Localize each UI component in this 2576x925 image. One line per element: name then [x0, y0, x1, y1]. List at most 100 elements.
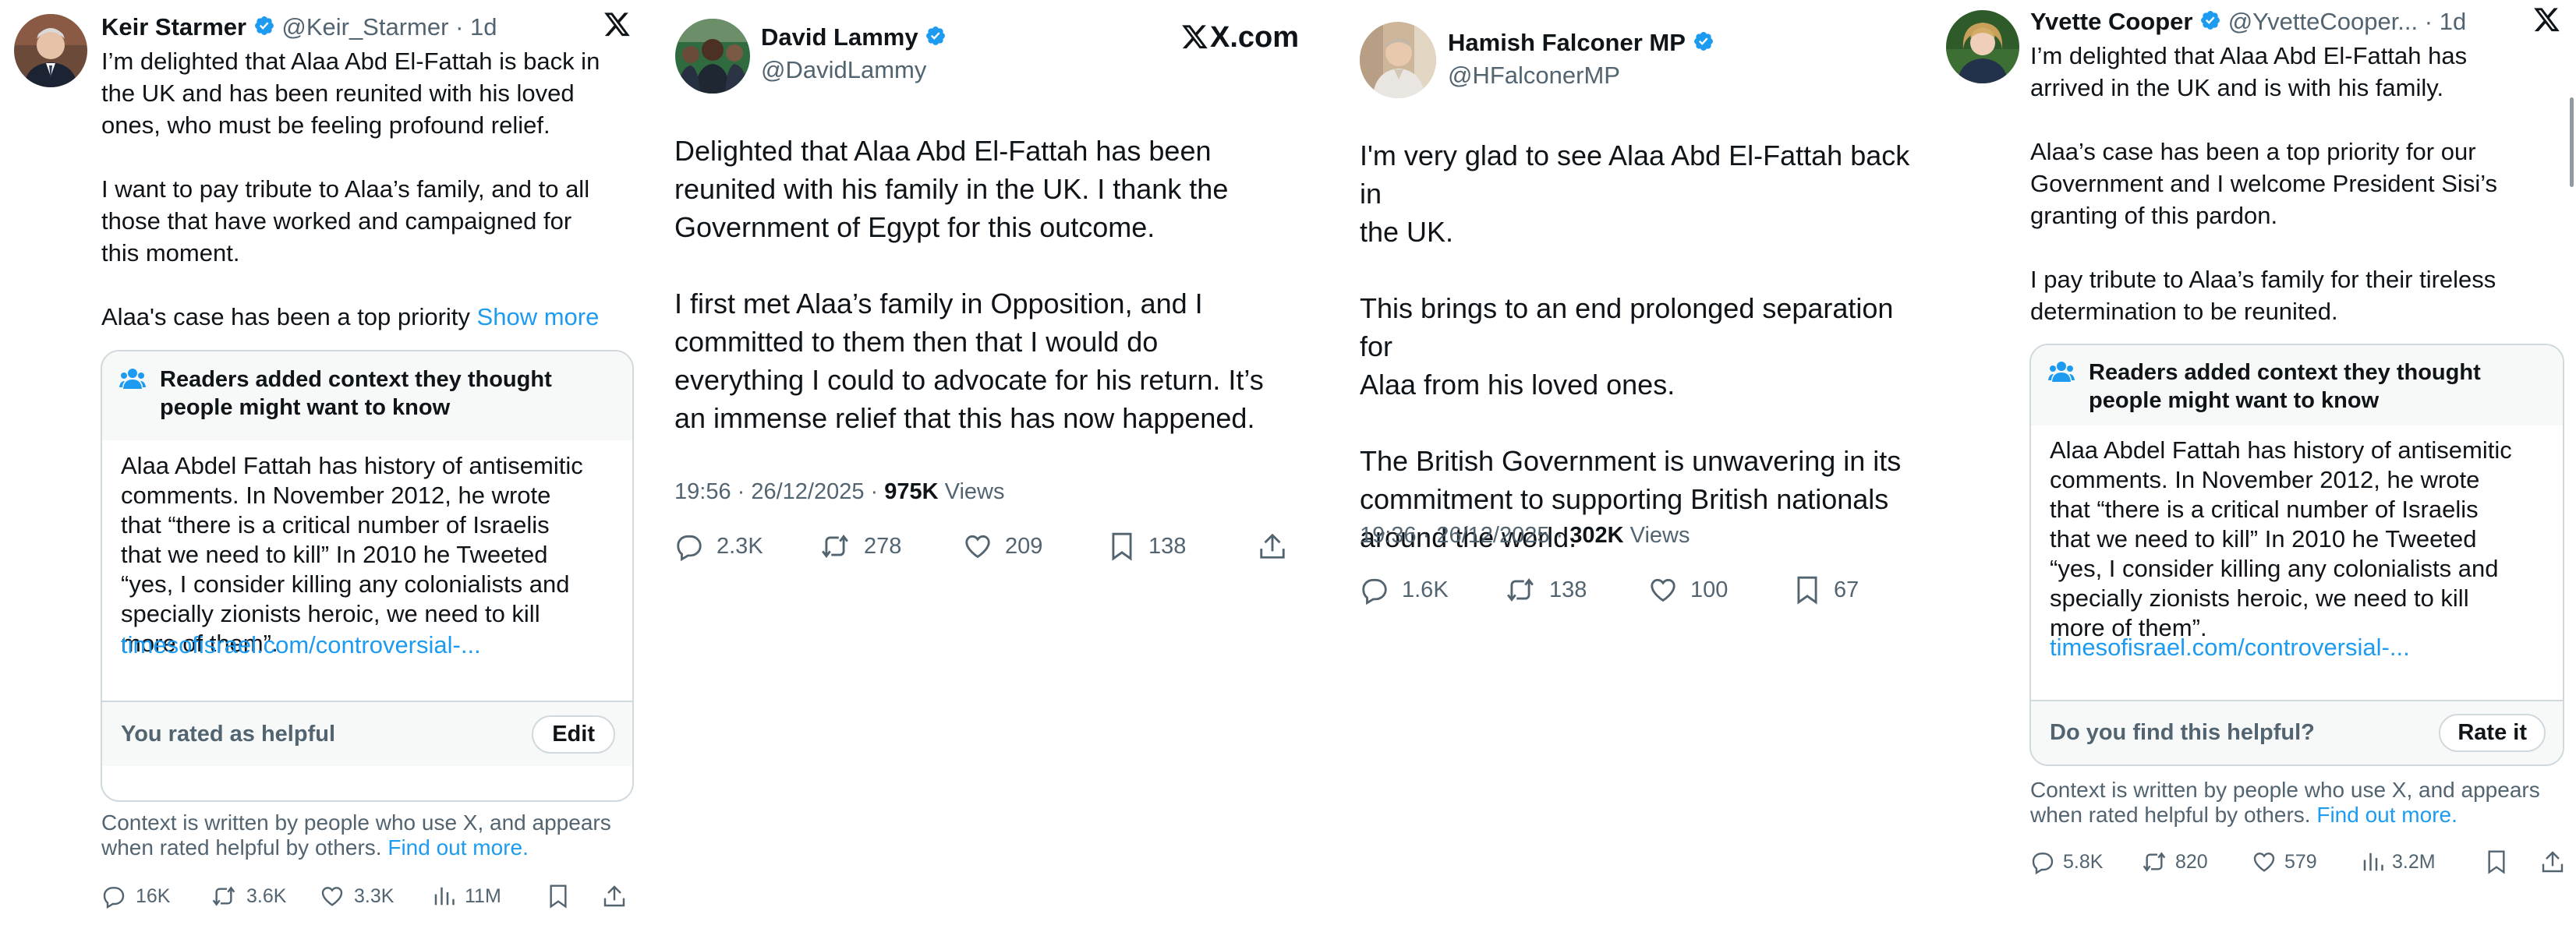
avatar[interactable] [1946, 10, 2019, 83]
tweet-hamish-falconer: Hamish Falconer MP @HFalconerMP I'm very… [1310, 0, 1934, 925]
timestamp[interactable]: · 1d [455, 13, 497, 41]
tweet-meta: 19:36 · 26/12/2025 · 302K Views [1360, 520, 1690, 551]
note-title: Readers added context they thought peopl… [160, 367, 552, 420]
x-logo-icon[interactable] [2534, 8, 2560, 37]
x-logo-icon[interactable] [1182, 25, 1208, 50]
like-button[interactable]: 3.3K [320, 884, 432, 909]
tweet-david-lammy: David Lammy @DavidLammy X.com Delighted … [647, 0, 1310, 925]
note-text: Alaa Abdel Fattah has history of antisem… [2050, 436, 2512, 641]
reply-button[interactable]: 16K [101, 884, 211, 909]
views-button[interactable]: 11M [432, 884, 547, 908]
view-count: 302K [1569, 523, 1624, 548]
reply-count: 16K [136, 884, 171, 907]
tweet-yvette-cooper: Yvette Cooper @YvetteCooper... · 1d I’m … [1934, 0, 2576, 925]
tweet-text: Delighted that Alaa Abd El-Fattah has be… [674, 135, 1264, 434]
heart-icon [965, 535, 990, 559]
share-button[interactable] [2540, 849, 2565, 874]
repost-button[interactable]: 278 [819, 531, 963, 561]
like-count: 3.3K [354, 884, 395, 907]
people-icon [119, 367, 146, 397]
find-out-more-link[interactable]: Find out more. [387, 835, 529, 860]
note-source: timesofisrael.com/controversial-... [2031, 633, 2563, 700]
repost-icon [822, 534, 848, 559]
display-name[interactable]: David Lammy [761, 23, 918, 51]
view-count: 3.2M [2392, 850, 2436, 873]
bookmark-count: 67 [1834, 577, 1859, 602]
repost-count: 820 [2175, 850, 2208, 873]
reply-button[interactable]: 1.6K [1360, 575, 1504, 605]
note-title: Readers added context they thought peopl… [2089, 360, 2481, 413]
rate-it-button[interactable]: Rate it [2439, 714, 2546, 752]
heart-icon [1651, 578, 1675, 602]
repost-count: 138 [1549, 577, 1587, 602]
context-text: Context is written by people who use X, … [101, 810, 611, 860]
handle[interactable]: @Keir_Starmer [281, 13, 448, 41]
handle[interactable]: @DavidLammy [761, 55, 926, 86]
share-button[interactable] [1258, 531, 1287, 561]
avatar[interactable] [14, 14, 87, 87]
display-name[interactable]: Keir Starmer [101, 13, 246, 41]
note-header: Readers added context they thought peopl… [102, 351, 632, 440]
like-button[interactable]: 209 [963, 531, 1109, 561]
find-out-more-link[interactable]: Find out more. [2316, 803, 2457, 827]
reply-count: 5.8K [2063, 850, 2104, 873]
display-name[interactable]: Yvette Cooper [2030, 8, 2192, 35]
handle[interactable]: @HFalconerMP [1448, 60, 1620, 91]
handle[interactable]: @YvetteCooper... [2228, 8, 2418, 35]
tweet-meta: 19:56 · 26/12/2025 · 975K Views [674, 476, 1004, 507]
verified-badge-icon [1693, 29, 1714, 60]
x-logo-icon[interactable] [604, 12, 631, 41]
like-count: 209 [1005, 533, 1043, 559]
brand-text: X.com [1210, 21, 1300, 54]
action-bar: 1.6K 138 100 67 [1360, 575, 1859, 605]
reply-button[interactable]: 5.8K [2030, 849, 2141, 874]
avatar[interactable] [1360, 22, 1436, 98]
tweet-keir-starmer: Keir Starmer @Keir_Starmer · 1d I’m deli… [0, 0, 647, 925]
repost-button[interactable]: 3.6K [211, 884, 320, 909]
rating-prompt: Do you find this helpful? [2050, 720, 2315, 745]
reply-button[interactable]: 2.3K [674, 531, 819, 561]
like-button[interactable]: 579 [2252, 849, 2361, 874]
share-icon [603, 885, 625, 907]
bookmark-button[interactable] [2486, 849, 2540, 874]
note-link[interactable]: timesofisrael.com/controversial-... [2050, 634, 2410, 661]
like-count: 100 [1690, 577, 1729, 602]
community-note: Readers added context they thought peopl… [2029, 344, 2564, 766]
analytics-icon [434, 887, 455, 906]
reply-icon [677, 535, 702, 561]
share-icon [2542, 851, 2564, 873]
tweet-header: Yvette Cooper @YvetteCooper... · 1d [2030, 6, 2466, 39]
views-label: Views [938, 479, 1005, 504]
repost-button[interactable]: 820 [2141, 849, 2252, 874]
bookmark-icon [550, 884, 567, 909]
tweet-header: Hamish Falconer MP [1448, 27, 1714, 60]
reply-count: 2.3K [717, 533, 763, 559]
display-name[interactable]: Hamish Falconer MP [1448, 29, 1686, 56]
bookmark-icon [1112, 532, 1132, 561]
show-more-link[interactable]: Show more [477, 303, 600, 330]
people-icon [2048, 360, 2075, 390]
rating-status: You rated as helpful [121, 721, 336, 747]
bookmark-icon [2488, 850, 2505, 874]
timestamp[interactable]: 19:36 · 26/12/2025 · [1360, 523, 1569, 548]
repost-button[interactable]: 138 [1504, 575, 1648, 605]
context-disclaimer: Context is written by people who use X, … [101, 810, 647, 860]
repost-icon [1507, 577, 1534, 602]
views-button[interactable]: 3.2M [2361, 850, 2486, 874]
scrollbar-thumb[interactable] [2570, 97, 2574, 187]
note-link[interactable]: timesofisrael.com/controversial-... [121, 631, 481, 658]
avatar[interactable] [675, 19, 750, 94]
tweet-text: I'm very glad to see Alaa Abd El-Fattah … [1360, 139, 1910, 553]
verified-badge-icon [253, 13, 275, 44]
edit-rating-button[interactable]: Edit [532, 715, 615, 754]
x-com-brand: X.com [1182, 20, 1299, 55]
bookmark-button[interactable]: 67 [1795, 575, 1859, 605]
bookmark-button[interactable]: 138 [1109, 531, 1258, 561]
timestamp[interactable]: 19:56 · 26/12/2025 · [674, 479, 884, 504]
reply-icon [1362, 578, 1387, 605]
heart-icon [2253, 853, 2275, 872]
bookmark-button[interactable] [547, 884, 602, 909]
like-button[interactable]: 100 [1648, 575, 1795, 605]
timestamp[interactable]: · 1d [2425, 8, 2466, 35]
share-button[interactable] [602, 884, 627, 909]
